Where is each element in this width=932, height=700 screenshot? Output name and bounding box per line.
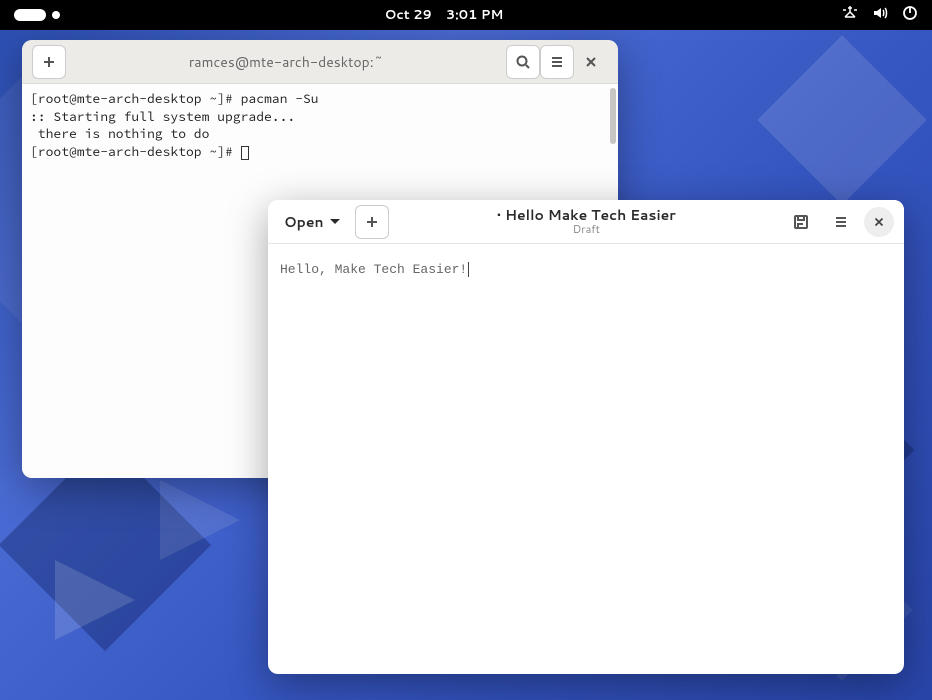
editor-headerbar: Open • Hello Make Tech Easier Draft [268, 200, 904, 244]
terminal-scrollbar[interactable] [610, 88, 616, 144]
close-button[interactable] [864, 207, 894, 237]
clock-area[interactable]: Oct 29 3:01 PM [385, 6, 504, 24]
volume-icon [872, 5, 888, 26]
editor-content: Hello, Make Tech Easier! [280, 262, 467, 277]
activities-button[interactable] [14, 9, 46, 21]
save-button[interactable] [784, 205, 818, 239]
hamburger-menu-button[interactable] [824, 205, 858, 239]
terminal-headerbar: ramces@mte-arch-desktop:~ [22, 40, 618, 84]
editor-text-area[interactable]: Hello, Make Tech Easier! [268, 244, 904, 295]
terminal-line: [root@mte-arch-desktop ~]# [30, 143, 241, 160]
power-icon [902, 5, 918, 26]
terminal-line: :: Starting full system upgrade... [30, 108, 295, 125]
search-button[interactable] [506, 45, 540, 79]
new-tab-button[interactable] [32, 45, 66, 79]
top-panel: Oct 29 3:01 PM [0, 0, 932, 30]
editor-cursor [468, 262, 469, 277]
editor-document-subtitle: Draft [397, 223, 776, 235]
terminal-line: there is nothing to do [30, 125, 209, 142]
new-document-button[interactable] [355, 205, 389, 239]
chevron-down-icon [329, 216, 341, 228]
hamburger-menu-button[interactable] [540, 45, 574, 79]
panel-date: Oct 29 [385, 6, 432, 24]
terminal-cursor [241, 146, 249, 160]
terminal-title: ramces@mte-arch-desktop:~ [66, 52, 506, 72]
open-button[interactable]: Open [278, 205, 347, 239]
close-button[interactable] [574, 45, 608, 79]
network-icon [842, 5, 858, 26]
system-tray[interactable] [842, 5, 918, 26]
terminal-line: [root@mte-arch-desktop ~]# pacman -Su [30, 90, 319, 107]
text-editor-window[interactable]: Open • Hello Make Tech Easier Draft Hell… [268, 200, 904, 674]
open-button-label: Open [284, 212, 324, 232]
panel-time: 3:01 PM [446, 6, 504, 24]
